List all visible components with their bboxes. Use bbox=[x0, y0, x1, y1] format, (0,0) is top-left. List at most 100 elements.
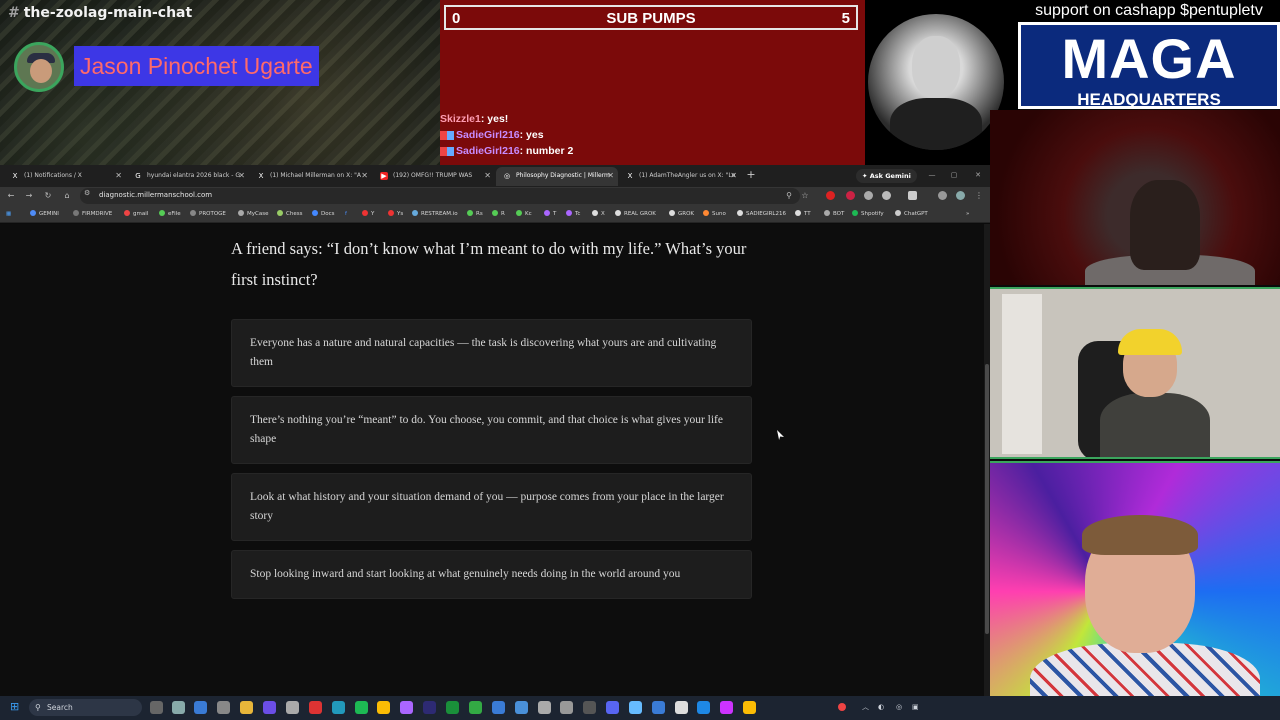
app-icon[interactable] bbox=[652, 701, 665, 714]
edge-icon[interactable] bbox=[332, 701, 345, 714]
bookmark-item[interactable]: Rs bbox=[467, 208, 483, 220]
app-icon[interactable] bbox=[469, 701, 482, 714]
bookmark-item[interactable]: MyCase bbox=[238, 208, 268, 220]
bookmark-item[interactable]: T bbox=[544, 208, 556, 220]
bookmark-item[interactable]: X bbox=[592, 208, 605, 220]
app-icon[interactable] bbox=[400, 701, 413, 714]
ask-gemini-button[interactable]: ✦ Ask Gemini bbox=[856, 169, 917, 183]
extension-icon[interactable] bbox=[846, 191, 855, 200]
app-icon[interactable] bbox=[720, 701, 733, 714]
bookmark-item[interactable]: Suno bbox=[703, 208, 726, 220]
tray-app-icon[interactable] bbox=[838, 703, 846, 711]
page-scrollbar[interactable] bbox=[984, 224, 990, 696]
app-icon[interactable] bbox=[606, 701, 619, 714]
extension-icon[interactable] bbox=[864, 191, 873, 200]
tray-overflow-icon[interactable]: ︿ bbox=[862, 703, 870, 711]
bookmark-item[interactable]: RESTREAM.io bbox=[412, 208, 458, 220]
bookmark-item[interactable]: Shpotify bbox=[852, 208, 884, 220]
bookmark-item[interactable]: eFile bbox=[159, 208, 181, 220]
forward-icon[interactable]: → bbox=[22, 189, 36, 203]
calculator-icon[interactable] bbox=[560, 701, 573, 714]
bookmark-item[interactable]: R bbox=[492, 208, 505, 220]
taskbar-search[interactable]: ⚲ Search bbox=[29, 699, 142, 716]
star-icon[interactable]: ☆ bbox=[798, 189, 812, 203]
bookmark-item[interactable]: Y bbox=[362, 208, 374, 220]
answer-option-3[interactable]: Look at what history and your situation … bbox=[231, 473, 752, 541]
chrome-icon[interactable] bbox=[743, 701, 756, 714]
app-icon[interactable] bbox=[629, 701, 642, 714]
apps-grid-icon[interactable]: ▦ bbox=[6, 208, 11, 220]
file-explorer-icon[interactable] bbox=[240, 701, 253, 714]
bookmark-item[interactable]: Kc bbox=[516, 208, 532, 220]
profile-avatar-icon[interactable] bbox=[956, 191, 965, 200]
site-info-icon[interactable]: ⚙ bbox=[84, 189, 90, 197]
notepad-icon[interactable] bbox=[675, 701, 688, 714]
home-icon[interactable]: ⌂ bbox=[60, 189, 74, 203]
reload-icon[interactable]: ↻ bbox=[41, 189, 55, 203]
close-icon[interactable]: ✕ bbox=[238, 167, 245, 185]
close-icon[interactable]: ✕ bbox=[115, 167, 122, 185]
app-icon[interactable] bbox=[697, 701, 710, 714]
bookmark-item[interactable]: TT bbox=[795, 208, 811, 220]
tab[interactable]: X (1) Notifications / X ✕ bbox=[4, 167, 126, 186]
tab[interactable]: Ghyundai elantra 2026 black - G ✕ bbox=[127, 167, 249, 186]
maximize-button[interactable]: ▢ bbox=[946, 168, 962, 182]
tray-app-icon[interactable]: ◐ bbox=[878, 703, 886, 711]
spotify-icon[interactable] bbox=[355, 701, 368, 714]
app-icon[interactable] bbox=[194, 701, 207, 714]
chrome-icon[interactable] bbox=[377, 701, 390, 714]
bookmark-item[interactable]: SADIEGIRL216 bbox=[737, 208, 786, 220]
sidebar-icon[interactable] bbox=[908, 191, 917, 200]
tray-app-icon[interactable]: ▣ bbox=[912, 703, 920, 711]
bookmark-item[interactable]: BOT bbox=[824, 208, 844, 220]
app-icon[interactable] bbox=[217, 701, 230, 714]
app-icon[interactable] bbox=[583, 701, 596, 714]
bookmark-item[interactable]: f bbox=[345, 208, 347, 220]
close-icon[interactable]: ✕ bbox=[484, 167, 491, 185]
app-icon[interactable] bbox=[538, 701, 551, 714]
steam-icon[interactable] bbox=[492, 701, 505, 714]
extension-icon[interactable] bbox=[826, 191, 835, 200]
address-bar[interactable]: ⚙ diagnostic.millermanschool.com bbox=[80, 188, 800, 204]
bookmark-item[interactable]: PROTOGE bbox=[190, 208, 226, 220]
tray-app-icon[interactable]: ◎ bbox=[896, 703, 904, 711]
tab[interactable]: ▶ (192) OMFG!! TRUMP WAS ✕ bbox=[373, 167, 495, 186]
bookmark-item[interactable]: Docs bbox=[312, 208, 335, 220]
bookmark-item[interactable]: Ys bbox=[388, 208, 403, 220]
extensions-icon[interactable] bbox=[882, 191, 891, 200]
bookmark-item[interactable]: REAL GROK bbox=[615, 208, 656, 220]
close-window-button[interactable]: ✕ bbox=[970, 168, 986, 182]
app-icon[interactable] bbox=[286, 701, 299, 714]
zoom-icon[interactable]: ⚲ bbox=[782, 189, 796, 203]
close-icon[interactable]: ✕ bbox=[361, 167, 368, 185]
tab[interactable]: X (1) Michael Millerman on X: "A ✕ bbox=[250, 167, 372, 186]
scrollbar-thumb[interactable] bbox=[985, 364, 989, 634]
windows-start-icon[interactable]: ⊞ bbox=[10, 701, 22, 713]
bookmark-item[interactable]: FIRMDRIVE bbox=[73, 208, 112, 220]
more-bookmarks-icon[interactable]: » bbox=[966, 208, 969, 220]
bookmark-item[interactable]: gmail bbox=[124, 208, 148, 220]
bookmark-item[interactable]: Chess bbox=[277, 208, 302, 220]
bookmark-item[interactable]: Tc bbox=[566, 208, 580, 220]
bookmark-item[interactable]: GEMINI bbox=[30, 208, 59, 220]
back-icon[interactable]: ← bbox=[4, 189, 18, 203]
discord-icon[interactable] bbox=[263, 701, 276, 714]
answer-option-4[interactable]: Stop looking inward and start looking at… bbox=[231, 550, 752, 599]
minimize-button[interactable]: — bbox=[924, 168, 940, 182]
app-icon[interactable] bbox=[515, 701, 528, 714]
answer-option-2[interactable]: There’s nothing you’re “meant” to do. Yo… bbox=[231, 396, 752, 464]
premiere-icon[interactable] bbox=[423, 701, 436, 714]
answer-option-1[interactable]: Everyone has a nature and natural capaci… bbox=[231, 319, 752, 387]
close-icon[interactable]: ✕ bbox=[730, 167, 737, 185]
bookmark-item[interactable]: ChatGPT bbox=[895, 208, 928, 220]
tab-active[interactable]: ◎ Philosophy Diagnostic | Millerm ✕ bbox=[496, 167, 618, 186]
new-tab-button[interactable]: + bbox=[744, 168, 758, 182]
task-view-icon[interactable] bbox=[150, 701, 163, 714]
xbox-icon[interactable] bbox=[446, 701, 459, 714]
extension-icon[interactable] bbox=[938, 191, 947, 200]
obs-icon[interactable] bbox=[309, 701, 322, 714]
bookmark-item[interactable]: GROK bbox=[669, 208, 694, 220]
menu-kebab-icon[interactable]: ⋮ bbox=[972, 189, 986, 203]
tab[interactable]: X (1) AdamTheAngler us on X: "Lo ✕ bbox=[619, 167, 741, 186]
close-icon[interactable]: ✕ bbox=[607, 167, 614, 185]
